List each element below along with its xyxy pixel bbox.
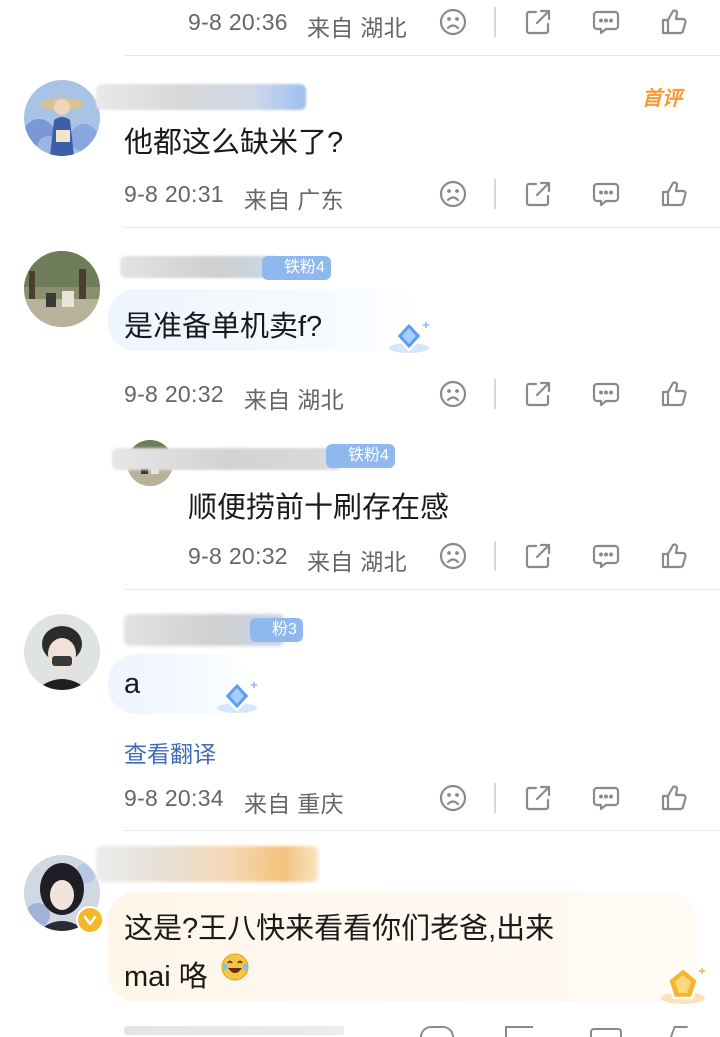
username-redacted[interactable] (96, 846, 318, 882)
laughing-emoji-icon (220, 952, 250, 982)
comment-divider (124, 227, 720, 228)
avatar[interactable] (24, 80, 100, 156)
share-icon[interactable] (505, 1026, 533, 1037)
comment-time: 9-8 20:34 (124, 785, 224, 811)
fan-level-badge: 铁粉4 (262, 256, 331, 280)
comment-text: a (124, 668, 141, 700)
avatar[interactable] (24, 614, 100, 690)
action-separator (494, 783, 496, 813)
diamond-badge-icon (386, 318, 432, 363)
fan-level-badge: 粉3 (250, 618, 303, 642)
share-icon[interactable] (521, 177, 555, 211)
comment-icon[interactable] (589, 377, 623, 411)
comment-icon[interactable] (589, 5, 623, 39)
comment-location: 来自 湖北 (244, 387, 344, 413)
gold-gem-badge-icon (658, 964, 708, 1013)
share-icon[interactable] (521, 377, 555, 411)
dislike-icon[interactable] (436, 177, 470, 211)
comment-icon[interactable] (590, 1028, 622, 1037)
share-icon[interactable] (521, 539, 555, 573)
action-separator (494, 541, 496, 571)
next-meta-row-partial (124, 1026, 344, 1035)
like-icon[interactable] (657, 5, 691, 39)
comment-location: 来自 广东 (244, 187, 344, 213)
dislike-icon[interactable] (436, 5, 470, 39)
dislike-icon[interactable] (436, 377, 470, 411)
comment-text: 是准备单机卖f? (124, 311, 323, 343)
avatar[interactable] (24, 251, 100, 327)
reply-text: 顺便捞前十刷存在感 (188, 492, 450, 524)
like-icon[interactable] (657, 539, 691, 573)
diamond-badge-icon (214, 678, 260, 723)
share-icon[interactable] (521, 781, 555, 815)
action-separator (494, 7, 496, 37)
translate-link[interactable]: 查看翻译 (124, 735, 216, 769)
like-icon[interactable] (657, 177, 691, 211)
comment-text-line2: mai 咯 (124, 961, 208, 993)
like-icon[interactable] (669, 1026, 689, 1037)
comment-text-line1: 这是?王八快来看看你们老爸,出来 (124, 913, 555, 945)
comment-text: 他都这么缺米了? (124, 127, 344, 159)
like-icon[interactable] (657, 377, 691, 411)
comment-divider (124, 55, 720, 56)
comment-icon[interactable] (589, 177, 623, 211)
comment-location: 来自 重庆 (244, 791, 344, 817)
like-icon[interactable] (657, 781, 691, 815)
dislike-icon[interactable] (420, 1026, 454, 1037)
action-separator (494, 379, 496, 409)
verified-badge-icon (76, 906, 104, 934)
comment-time: 9-8 20:32 (124, 381, 224, 407)
reply-time: 9-8 20:36 (188, 9, 288, 35)
share-icon[interactable] (521, 5, 555, 39)
username-redacted[interactable] (96, 84, 306, 110)
comment-divider (124, 830, 720, 831)
fan-level-badge: 铁粉4 (326, 444, 395, 468)
dislike-icon[interactable] (436, 781, 470, 815)
reply-location: 来自 湖北 (307, 15, 407, 41)
username-redacted[interactable] (120, 256, 280, 278)
comment-divider (124, 589, 720, 590)
action-separator (494, 179, 496, 209)
reply-username-redacted[interactable] (112, 448, 342, 470)
comment-icon[interactable] (589, 781, 623, 815)
reply-location: 来自 湖北 (307, 549, 407, 575)
comment-time: 9-8 20:31 (124, 181, 224, 207)
fan-badge-label: 粉3 (272, 621, 297, 638)
first-comment-tag: 首评 (642, 88, 682, 110)
fan-badge-label: 铁粉4 (284, 259, 325, 276)
comment-icon[interactable] (589, 539, 623, 573)
reply-time: 9-8 20:32 (188, 543, 288, 569)
dislike-icon[interactable] (436, 539, 470, 573)
fan-badge-label: 铁粉4 (348, 447, 389, 464)
